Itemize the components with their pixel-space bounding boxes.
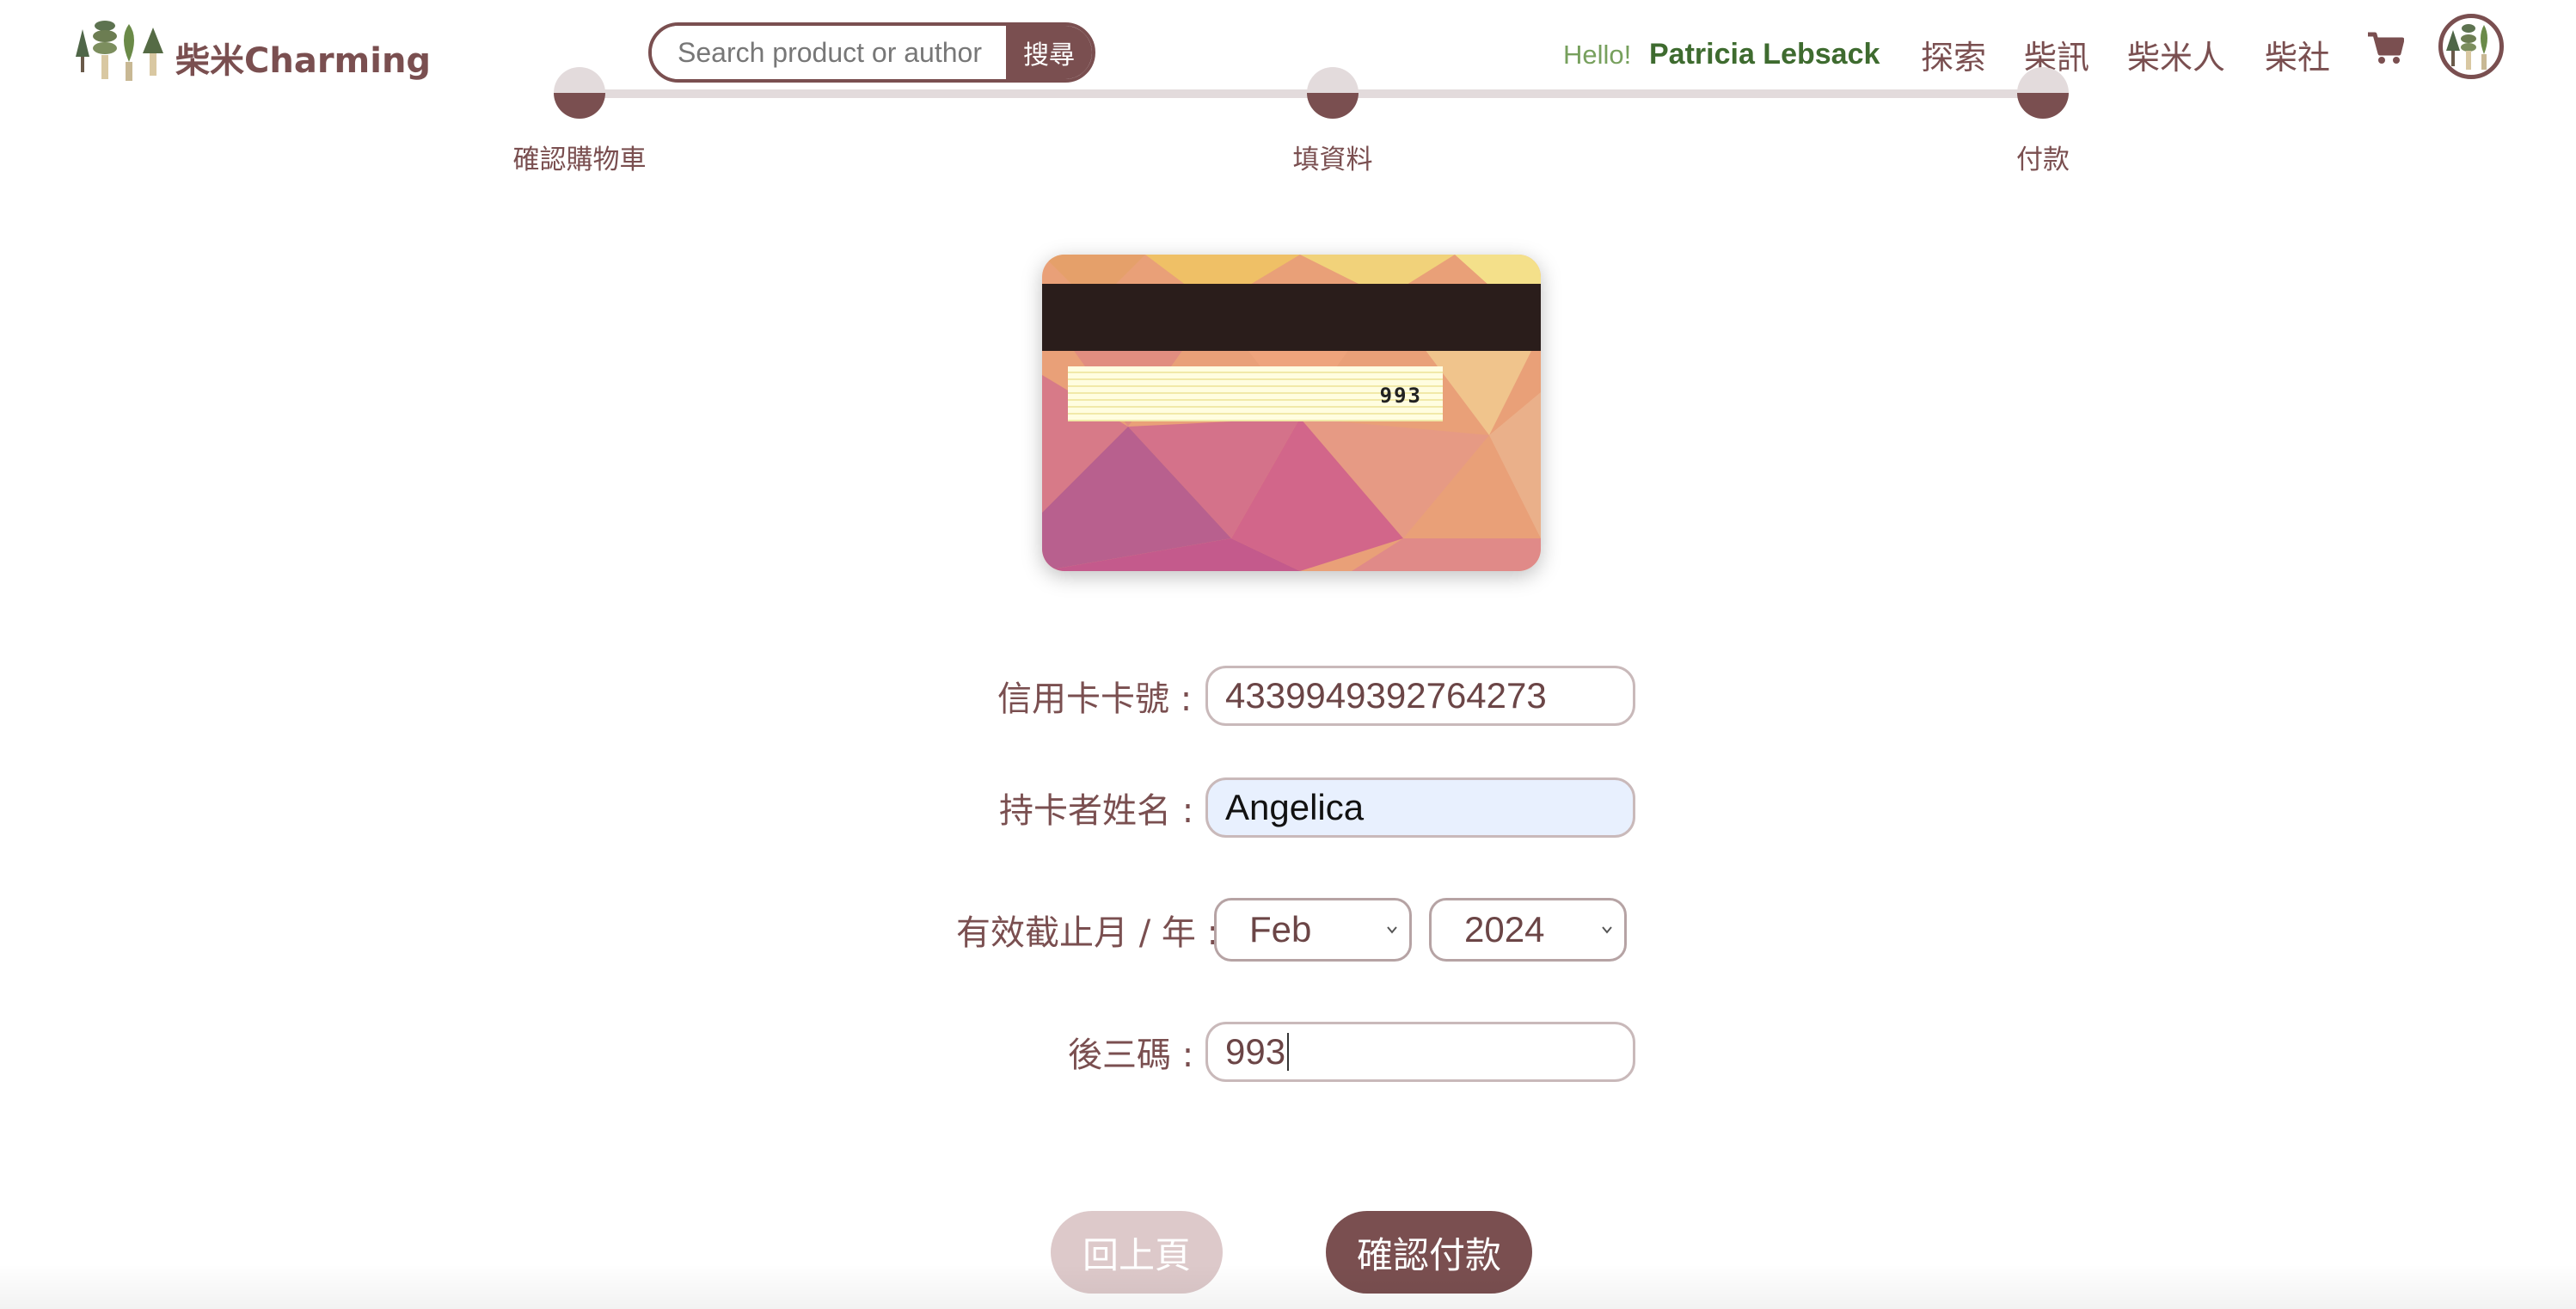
avatar[interactable] <box>2438 14 2504 79</box>
step-dot-info <box>1307 67 1359 119</box>
step-label-cart: 確認購物車 <box>512 144 647 175</box>
search-input[interactable] <box>652 26 1006 79</box>
greeting: Hello! <box>1563 40 1632 70</box>
search-bar: 搜尋 <box>648 22 1095 83</box>
card-number-label: 信用卡卡號 : <box>997 679 1193 719</box>
magnetic-stripe <box>1042 284 1541 351</box>
holder-name-label: 持卡者姓名 : <box>999 791 1194 831</box>
nav-explore[interactable]: 探索 <box>1921 31 1986 78</box>
text-cursor <box>1287 1033 1290 1071</box>
holder-name-field[interactable]: Angelica <box>1205 777 1635 838</box>
cvv-label: 後三碼 : <box>1068 1036 1194 1075</box>
nav-people[interactable]: 柴米人 <box>2127 31 2225 78</box>
chevron-down-icon <box>1602 926 1612 934</box>
trees-logo-icon <box>76 21 163 81</box>
chevron-down-icon <box>1387 926 1397 934</box>
step-label-payment: 付款 <box>2016 144 2070 175</box>
card-number-field[interactable]: 4339949392764273 <box>1205 666 1635 726</box>
signature-strip: 993 <box>1068 366 1443 421</box>
credit-card-back: 993 <box>1042 255 1541 571</box>
cart-icon[interactable] <box>2366 31 2404 65</box>
username[interactable]: Patricia Lebsack <box>1649 38 1880 71</box>
avatar-trees-icon <box>2446 24 2487 70</box>
nav-community[interactable]: 柴社 <box>2265 31 2330 78</box>
step-dot-payment <box>2017 67 2069 119</box>
cvv-value: 993 <box>1225 1031 1286 1072</box>
expiry-month-value: Feb <box>1249 909 1312 949</box>
step-label-info: 填資料 <box>1292 144 1373 175</box>
logo-text[interactable]: 柴米Charming <box>175 33 431 83</box>
card-cvv-display: 993 <box>1379 384 1422 408</box>
bottom-shadow <box>0 1264 2576 1309</box>
search-button[interactable]: 搜尋 <box>1006 26 1092 79</box>
step-dot-cart <box>554 67 605 119</box>
logo[interactable] <box>74 19 165 84</box>
cvv-field[interactable]: 993 <box>1205 1022 1635 1082</box>
expiry-month-select[interactable]: Feb <box>1214 898 1412 962</box>
expiry-year-value: 2024 <box>1464 909 1545 949</box>
expiry-label: 有效截止月 / 年 : <box>956 913 1219 953</box>
expiry-year-select[interactable]: 2024 <box>1429 898 1627 962</box>
